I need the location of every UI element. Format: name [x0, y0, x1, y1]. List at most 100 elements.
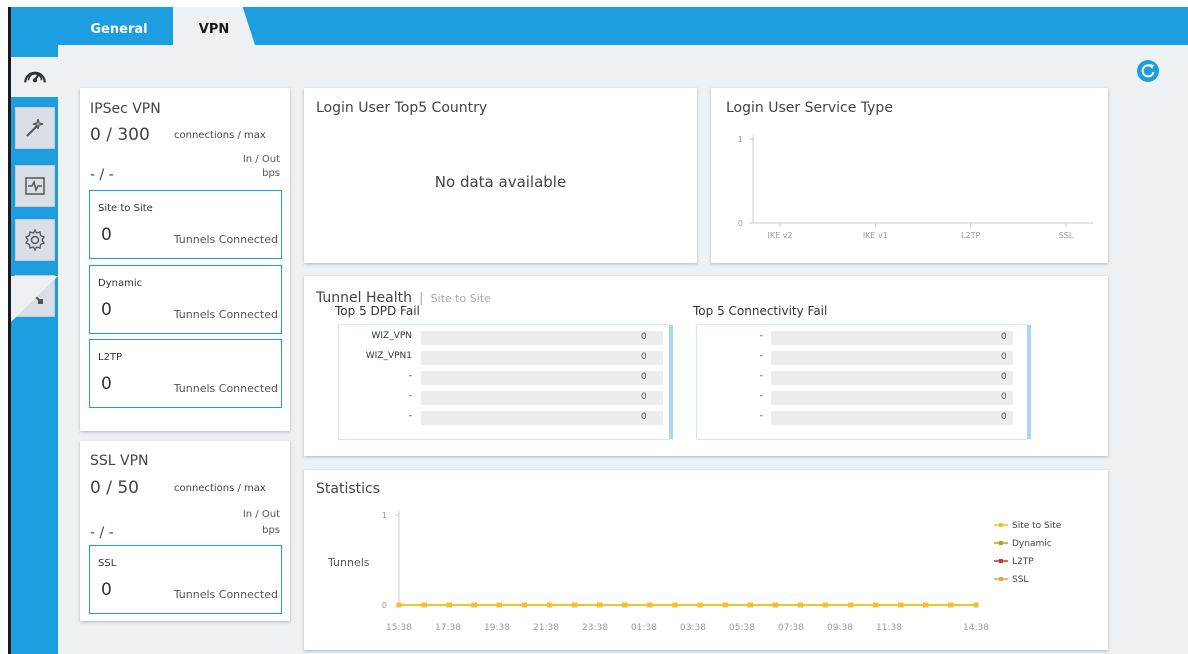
- dpd-fail-title: Top 5 DPD Fail: [335, 304, 420, 318]
- x-tick-label: 23:38: [582, 623, 608, 633]
- connectivity-row-bar: [771, 391, 1013, 405]
- dpd-row-name: -: [408, 391, 412, 401]
- dpd-row: - 0: [339, 391, 669, 405]
- legend-label: L2TP: [1012, 557, 1034, 567]
- dpd-row: - 0: [339, 411, 669, 425]
- x-tick-label: 19:38: [484, 623, 510, 633]
- sidebar-item-dashboard[interactable]: [11, 57, 58, 97]
- x-tick-label: 21:38: [533, 623, 559, 633]
- connectivity-row-name: -: [759, 391, 763, 401]
- legend-swatch: [999, 559, 1003, 563]
- dynamic-tunnels-label: Tunnels Connected: [173, 308, 278, 321]
- legend-label: SSL: [1012, 575, 1028, 585]
- ssl-rate: - / -: [90, 525, 114, 541]
- legend-label: Dynamic: [1012, 539, 1052, 549]
- connectivity-row-name: -: [759, 371, 763, 381]
- dynamic-box: Dynamic 0 Tunnels Connected: [89, 265, 282, 334]
- dashboard-icon: [23, 71, 46, 83]
- x-tick-label: SSL: [1059, 231, 1074, 240]
- connectivity-row-value: 0: [1001, 412, 1007, 422]
- x-tick-label: IKE v1: [863, 231, 888, 240]
- data-point: [496, 602, 502, 608]
- connectivity-row-bar: [771, 411, 1013, 425]
- sidebar-divider: [11, 276, 58, 322]
- dpd-row-value: 0: [641, 352, 647, 362]
- connectivity-row-name: -: [759, 411, 763, 421]
- refresh-icon[interactable]: [1136, 59, 1160, 83]
- connectivity-row-bar: [771, 371, 1013, 385]
- dpd-row-value: 0: [641, 392, 647, 402]
- data-point: [622, 602, 628, 608]
- dpd-row-name: -: [408, 411, 412, 421]
- no-data-message: No data available: [434, 173, 567, 191]
- legend-swatch: [999, 523, 1003, 527]
- ssl-box: SSL 0 Tunnels Connected: [89, 545, 282, 614]
- x-tick-label: IKE v2: [767, 231, 792, 240]
- data-point: [396, 602, 402, 608]
- connectivity-row-value: 0: [1001, 352, 1007, 362]
- x-tick-label: 15:38: [386, 623, 412, 633]
- x-tick-label: 03:38: [680, 623, 706, 633]
- sidebar-item-settings[interactable]: [15, 219, 55, 261]
- data-point: [521, 602, 527, 608]
- ssl-tunnels-label: Tunnels Connected: [173, 588, 278, 601]
- data-point: [697, 602, 703, 608]
- ipsec-rate: - / -: [90, 167, 114, 183]
- dpd-row: - 0: [339, 371, 669, 385]
- dynamic-label: Dynamic: [98, 278, 143, 289]
- data-point: [898, 602, 904, 608]
- sidebar-item-monitor[interactable]: [15, 165, 55, 207]
- sidebar-item-wizard[interactable]: [15, 107, 55, 149]
- connectivity-row: - 0: [697, 331, 1027, 345]
- dpd-row-value: 0: [641, 332, 647, 342]
- ssl-bps-label: bps: [262, 525, 280, 536]
- y-tick-label: 1: [738, 135, 743, 144]
- x-tick-label: 07:38: [778, 623, 804, 633]
- connectivity-row-bar: [771, 351, 1013, 365]
- service-type-chart: 0 1 IKE v2 IKE v1 L2TP SSL: [738, 135, 1093, 240]
- y-axis-label: Tunnels: [327, 556, 370, 569]
- site-to-site-label: Site to Site: [98, 203, 153, 214]
- ipsec-bps-label: bps: [262, 168, 280, 179]
- top5-country-panel: Login User Top5 Country No data availabl…: [304, 88, 697, 263]
- ipsec-title: IPSec VPN: [90, 101, 161, 117]
- ssl-title: SSL VPN: [90, 453, 149, 469]
- data-point: [446, 602, 452, 608]
- data-point: [471, 602, 477, 608]
- ipsec-connection-count: 0 / 300: [90, 125, 150, 145]
- ipsec-vpn-panel: IPSec VPN 0 / 300 connections / max In /…: [80, 88, 290, 431]
- l2tp-value: 0: [101, 374, 112, 394]
- dpd-fail-list-edge: [669, 325, 673, 439]
- dpd-row-bar: [421, 351, 663, 365]
- ipsec-count-label: connections / max: [174, 130, 266, 141]
- tab-vpn[interactable]: VPN: [173, 7, 255, 45]
- top-tab-bar: General VPN: [11, 7, 1188, 45]
- ipsec-inout-label: In / Out: [242, 154, 280, 165]
- dpd-row-name: -: [408, 371, 412, 381]
- x-tick-label: 14:38: [963, 623, 989, 633]
- connectivity-row: - 0: [697, 411, 1027, 425]
- data-point: [597, 602, 603, 608]
- site-to-site-tunnels-label: Tunnels Connected: [173, 233, 278, 246]
- dpd-row: WIZ_VPN 0: [339, 331, 669, 345]
- service-type-panel: Login User Service Type 0 1 IKE v2 IKE v1 L2…: [711, 88, 1108, 263]
- data-point: [747, 602, 753, 608]
- sidebar: [11, 45, 58, 654]
- connectivity-row-value: 0: [1001, 332, 1007, 342]
- dpd-row-bar: [421, 331, 663, 345]
- tab-general[interactable]: General: [89, 7, 149, 45]
- data-point: [822, 602, 828, 608]
- x-tick-label: 05:38: [729, 623, 755, 633]
- data-point: [672, 602, 678, 608]
- ssl-vpn-panel: SSL VPN 0 / 50 connections / max In / Ou…: [80, 441, 290, 621]
- settings-icon: [25, 228, 45, 252]
- l2tp-box: L2TP 0 Tunnels Connected: [89, 339, 282, 408]
- dpd-row-bar: [421, 411, 663, 425]
- y-tick-label: 0: [382, 601, 387, 610]
- statistics-chart: Tunnels 0 1 15:38 17:38 19:38 21:38 23:38 01:38 0…: [327, 511, 1062, 633]
- dpd-row-bar: [421, 391, 663, 405]
- data-point: [873, 602, 879, 608]
- data-point: [797, 602, 803, 608]
- ssl-connection-count: 0 / 50: [90, 478, 139, 498]
- legend-swatch: [999, 577, 1003, 581]
